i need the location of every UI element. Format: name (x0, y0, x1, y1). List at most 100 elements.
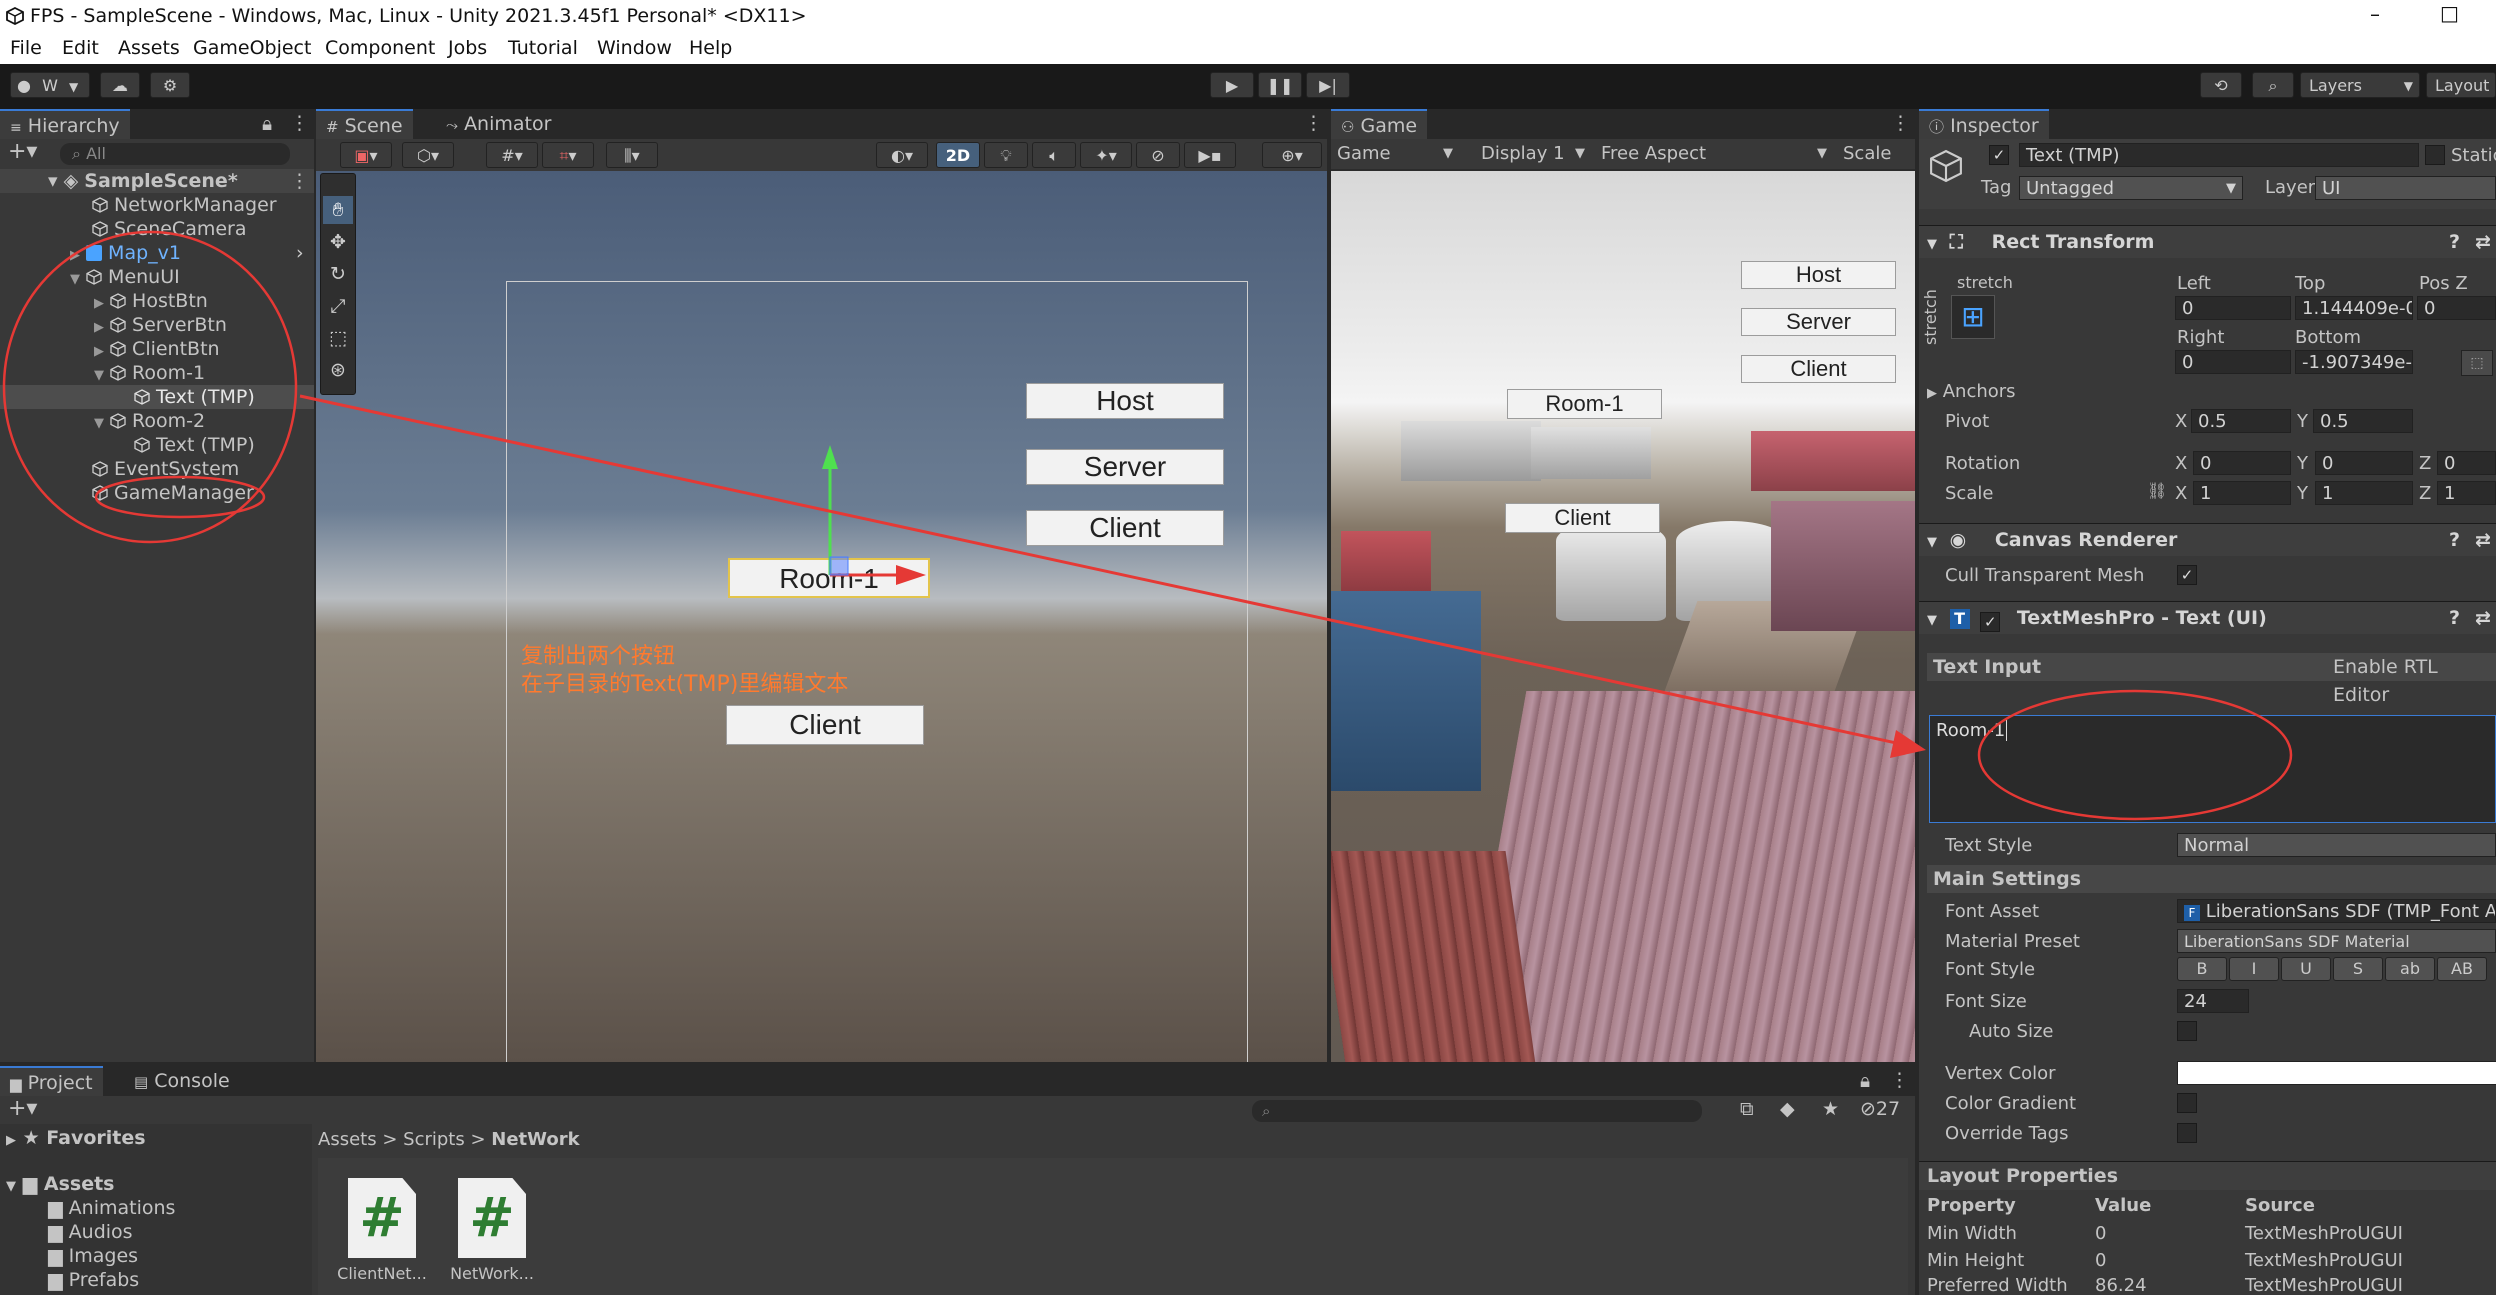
collab-button[interactable]: ⚙ (150, 72, 190, 98)
move-tool-icon[interactable]: ✥ (323, 228, 353, 256)
rot-y-field[interactable]: 0 (2315, 451, 2413, 475)
menu-component[interactable]: Component (325, 37, 435, 59)
step-button[interactable]: ▶| (1306, 72, 1350, 98)
vertex-color-field[interactable] (2177, 1061, 2496, 1085)
tab-scene[interactable]: # Scene (316, 109, 413, 139)
camera-dropdown[interactable]: ▶▪ (1184, 142, 1236, 168)
active-checkbox[interactable]: ✓ (1989, 145, 2009, 165)
rot-z-field[interactable]: 0 (2437, 451, 2496, 475)
anchor-preset-button[interactable]: ⊞ (1951, 295, 1995, 339)
cull-checkbox[interactable]: ✓ (2177, 565, 2197, 585)
underline-button[interactable]: U (2281, 957, 2331, 981)
pivot-y-field[interactable]: 0.5 (2313, 409, 2413, 433)
effects-dropdown[interactable]: ✦▾ (1080, 142, 1132, 168)
tab-hierarchy[interactable]: ≡ Hierarchy (0, 109, 130, 139)
transform-tool-icon[interactable]: ⊛ (323, 356, 353, 384)
tag-dropdown[interactable]: Untagged ▼ (2019, 176, 2243, 200)
pivot-x-field[interactable]: 0.5 (2191, 409, 2291, 433)
draw-mode-dropdown[interactable]: ▣▾ (340, 142, 392, 168)
shading-dropdown[interactable]: ◐▾ (876, 142, 928, 168)
favorites-item[interactable]: ▶ ★ Favorites (6, 1126, 146, 1150)
2d-toggle[interactable]: 2D (936, 142, 980, 168)
layers-dropdown[interactable]: Layers ▼ (2300, 72, 2420, 98)
menu-file[interactable]: File (10, 37, 42, 59)
game-client2-button[interactable]: Client (1505, 503, 1660, 533)
script-file[interactable]: # NetWork... (442, 1178, 542, 1288)
static-checkbox[interactable] (2425, 145, 2445, 165)
filter-type-icon[interactable]: ⧉ (1740, 1098, 1754, 1120)
override-tags-checkbox[interactable] (2177, 1123, 2197, 1143)
lock-icon[interactable]: 🔒︎ (262, 113, 272, 135)
project-search-input[interactable]: ⌕ (1252, 1100, 1702, 1122)
audio-toggle[interactable]: 🔈︎ (1032, 142, 1076, 168)
tab-project[interactable]: ▆ Project (0, 1066, 103, 1096)
gizmos-dropdown[interactable]: ⊕▾ (1262, 142, 1322, 168)
scale-z-field[interactable]: 1 (2437, 481, 2496, 505)
layout-dropdown[interactable]: Layout (2426, 72, 2496, 98)
tab-inspector[interactable]: ⓘ Inspector (1919, 109, 2049, 139)
help-icon[interactable]: ? (2449, 226, 2460, 258)
font-size-field[interactable]: 24 (2177, 989, 2249, 1013)
hidden-count[interactable]: ⊘27 (1860, 1098, 1900, 1120)
more-icon[interactable]: ⋮ (1890, 1069, 1909, 1091)
scene-server-button[interactable]: Server (1026, 449, 1224, 485)
filter-label-icon[interactable]: ◆ (1780, 1098, 1795, 1120)
folder-item[interactable]: ▆ Audios (48, 1220, 133, 1244)
display-dropdown[interactable]: Display 1 (1481, 139, 1565, 169)
scene-viewport[interactable]: ✋︎ ✥ ↻ ⤢ ⬚ ⊛ Host Server Client Room-1 C… (316, 171, 1327, 1062)
rot-x-field[interactable]: 0 (2193, 451, 2291, 475)
cloud-button[interactable]: ☁ (100, 72, 140, 98)
more-icon[interactable]: ⋮ (290, 169, 309, 193)
posz-field[interactable]: 0 (2417, 296, 2496, 320)
layout-properties-header[interactable]: Layout Properties (1919, 1161, 2496, 1190)
list-item[interactable]: NetworkManager (92, 193, 277, 217)
settings-icon[interactable]: ⇄ (2475, 602, 2491, 634)
rect-transform-header[interactable]: ▼ ⛶ Rect Transform ? ⇄ (1919, 225, 2496, 258)
game-host-button[interactable]: Host (1741, 261, 1896, 289)
more-icon[interactable]: ⋮ (1304, 112, 1323, 134)
pause-button[interactable]: ❚❚ (1258, 72, 1302, 98)
rect-tool-icon[interactable]: ⬚ (323, 324, 353, 352)
hand-tool-icon[interactable]: ✋︎ (323, 196, 353, 224)
game-server-button[interactable]: Server (1741, 308, 1896, 336)
menu-window[interactable]: Window (597, 37, 672, 59)
more-icon[interactable]: ⋮ (290, 112, 309, 134)
menu-tutorial[interactable]: Tutorial (508, 37, 578, 59)
tmp-enabled-checkbox[interactable]: ✓ (1980, 612, 2001, 632)
tmp-header[interactable]: ▼ T ✓ TextMeshPro - Text (UI) ? ⇄ (1919, 601, 2496, 634)
lighting-toggle[interactable]: 💡︎ (984, 142, 1028, 168)
scale-y-field[interactable]: 1 (2315, 481, 2413, 505)
color-gradient-checkbox[interactable] (2177, 1093, 2197, 1113)
folder-item[interactable]: ▆ Prefabs (48, 1268, 139, 1292)
game-room1-button[interactable]: Room-1 (1507, 389, 1662, 419)
add-icon[interactable]: +▾ (8, 1096, 37, 1121)
game-viewport[interactable]: Host Server Client Room-1 Client (1331, 171, 1915, 1062)
game-dropdown[interactable]: Game (1337, 139, 1391, 169)
assets-item[interactable]: ▼ ▆ Assets (6, 1172, 114, 1196)
folder-item[interactable]: ▆ Animations (48, 1196, 175, 1220)
rotate-tool-icon[interactable]: ↻ (323, 260, 353, 288)
canvas-renderer-header[interactable]: ▼ ◉ Canvas Renderer ? ⇄ (1919, 523, 2496, 556)
italic-button[interactable]: I (2229, 957, 2279, 981)
bold-button[interactable]: B (2177, 957, 2227, 981)
layer-dropdown[interactable]: UI (2315, 176, 2496, 200)
menu-gameobject[interactable]: GameObject (193, 37, 311, 59)
aspect-dropdown[interactable]: Free Aspect (1601, 139, 1706, 169)
text-style-dropdown[interactable]: Normal (2177, 833, 2496, 857)
add-icon[interactable]: +▾ (8, 139, 37, 164)
settings-icon[interactable]: ⇄ (2475, 226, 2491, 258)
list-item[interactable]: ▾ ◈ SampleScene* ⋮ (0, 169, 314, 193)
lock-icon[interactable]: 🔒︎ (1860, 1070, 1870, 1092)
search-button[interactable]: ⌕ (2252, 72, 2294, 98)
link-icon[interactable]: ⛓ (2147, 481, 2167, 500)
lowercase-button[interactable]: ab (2385, 957, 2435, 981)
strikethrough-button[interactable]: S (2333, 957, 2383, 981)
object-name-field[interactable]: Text (TMP) (2019, 143, 2419, 167)
help-icon[interactable]: ? (2449, 524, 2460, 556)
help-icon[interactable]: ? (2449, 602, 2460, 634)
menu-assets[interactable]: Assets (118, 37, 180, 59)
auto-size-checkbox[interactable] (2177, 1021, 2197, 1041)
scene-client2-button[interactable]: Client (726, 705, 924, 745)
menu-edit[interactable]: Edit (62, 37, 99, 59)
game-client-button[interactable]: Client (1741, 355, 1896, 383)
